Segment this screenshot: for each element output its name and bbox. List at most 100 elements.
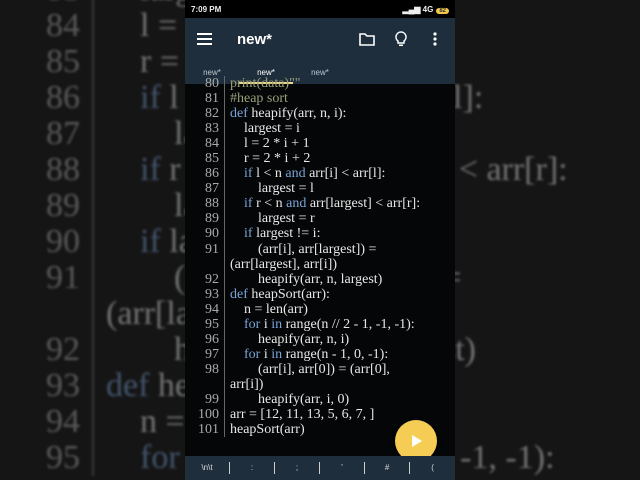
line-text: #heap sort xyxy=(225,91,288,106)
line-number: 86 xyxy=(185,166,225,182)
line-number: 100 xyxy=(185,407,225,423)
line-number: 83 xyxy=(185,121,225,137)
code-token: range(n // 2 - 1, -1, -1): xyxy=(285,316,415,332)
line-number: 84 xyxy=(185,136,225,152)
code-line: 83 largest = i xyxy=(185,121,455,137)
code-token: arr[i] < arr[l]: xyxy=(309,166,386,182)
keyword-token: if xyxy=(140,224,161,260)
line-number: 93 xyxy=(0,368,94,404)
code-token: heapify(arr, n, largest) xyxy=(230,271,383,287)
code-token: largest != i: xyxy=(256,226,321,242)
line-number: 92 xyxy=(0,332,94,368)
signal-icon: ▂▄▆ xyxy=(402,4,423,14)
line-number: 88 xyxy=(185,196,225,212)
line-text: if r < n and arr[largest] < arr[r]: xyxy=(225,196,420,211)
line-number: 83 xyxy=(0,0,94,8)
line-number: 101 xyxy=(185,422,225,438)
line-text: heapify(arr, n, largest) xyxy=(225,272,382,287)
key-semicolon[interactable]: ; xyxy=(275,462,321,474)
code-token: heapify(arr, n, i) xyxy=(230,331,350,347)
line-text: heapify(arr, n, i) xyxy=(225,332,349,347)
keyword-token: and xyxy=(285,166,306,182)
line-text: l = 2 * i + 1 xyxy=(225,136,310,151)
code-token: largest = i xyxy=(230,121,300,137)
battery-icon: 82 xyxy=(436,7,449,14)
code-token: (arr[i], arr[largest]) = xyxy=(230,241,377,257)
line-text: def heapify(arr, n, i): xyxy=(225,106,346,121)
code-line: 87 largest = l xyxy=(185,181,455,197)
code-token: arr[i]) xyxy=(230,376,264,392)
symbol-keys-bar: \n\t : ; ' # ( xyxy=(185,456,455,480)
line-text: largest = r xyxy=(225,211,315,226)
menu-icon[interactable] xyxy=(197,31,213,47)
code-line: 95 for i in range(n // 2 - 1, -1, -1): xyxy=(185,316,455,332)
code-line: 96 heapify(arr, n, i) xyxy=(185,331,455,347)
code-token: range(n - 1, 0, -1): xyxy=(285,346,389,362)
code-line: 84 l = 2 * i + 1 xyxy=(185,136,455,152)
code-token: l < n xyxy=(256,166,286,182)
line-number: 92 xyxy=(185,271,225,287)
code-token: arr[largest] < arr[r]: xyxy=(309,196,421,212)
line-text: heapSort(arr) xyxy=(225,422,305,437)
key-colon[interactable]: : xyxy=(230,462,276,474)
code-token: l = 2 * i + 1 xyxy=(230,136,310,152)
line-number: 87 xyxy=(0,116,94,152)
line-number: 84 xyxy=(0,8,94,44)
lightbulb-icon[interactable] xyxy=(393,31,409,47)
code-line: 94 n = len(arr) xyxy=(185,301,455,317)
line-text: largest = i xyxy=(225,121,300,136)
line-text: if l < n and arr[i] < arr[l]: xyxy=(225,166,385,181)
line-text: largest = l xyxy=(225,181,314,196)
keyword-token: def xyxy=(230,106,248,122)
code-line: 99 heapify(arr, i, 0) xyxy=(185,391,455,408)
keyword-token: if xyxy=(244,196,253,212)
key-quote[interactable]: ' xyxy=(320,462,366,474)
code-line: 86 if l < n and arr[i] < arr[l]: xyxy=(185,166,455,182)
status-bar: 7:09 PM ▂▄▆ 4G 82 xyxy=(185,0,455,18)
line-text: arr = [12, 11, 13, 5, 6, 7, ] xyxy=(225,407,374,422)
code-token: heapSort(arr) xyxy=(230,422,305,438)
line-number: 95 xyxy=(0,440,94,476)
app-toolbar: new* xyxy=(185,18,455,60)
keyword-token: def xyxy=(230,286,248,302)
line-number: 81 xyxy=(185,91,225,107)
key-hash[interactable]: # xyxy=(365,462,411,474)
line-number: 93 xyxy=(185,286,225,302)
line-number: 86 xyxy=(0,80,94,116)
code-editor[interactable]: 80 print(data)"" 81 #heap sort 82 def heapify… xyxy=(185,76,455,438)
key-paren[interactable]: ( xyxy=(410,462,455,474)
code-line: 80 print(data)"" xyxy=(185,76,455,92)
folder-icon[interactable] xyxy=(359,31,375,47)
keyword-token: def xyxy=(106,368,150,404)
code-token: heapify(arr, i, 0) xyxy=(230,391,350,407)
line-number: 89 xyxy=(0,188,94,224)
line-number: 88 xyxy=(0,152,94,188)
keyword-token: and xyxy=(286,196,307,212)
keyword-token: in xyxy=(271,316,283,332)
line-number: 90 xyxy=(185,226,225,242)
line-number: 95 xyxy=(185,316,225,332)
status-indicators: ▂▄▆ 4G 82 xyxy=(402,5,449,14)
comment-token: #heap sort xyxy=(230,91,288,107)
key-newline-tab[interactable]: \n\t xyxy=(185,462,231,474)
line-number: 96 xyxy=(185,331,225,347)
line-number: 97 xyxy=(185,346,225,362)
code-token: largest = l xyxy=(230,181,314,197)
code-line: 98 (arr[i], arr[0]) = (arr[0], xyxy=(185,361,455,377)
line-text: n = len(arr) xyxy=(225,302,308,317)
phone-screen: 7:09 PM ▂▄▆ 4G 82 new* new* new* new* 80 p… xyxy=(185,0,455,480)
line-number xyxy=(185,256,225,272)
more-vert-icon[interactable] xyxy=(427,31,443,47)
line-number: 82 xyxy=(185,106,225,122)
code-line: 85 r = 2 * i + 2 xyxy=(185,151,455,167)
keyword-token: if xyxy=(140,80,161,116)
comment-token: print(data)"" xyxy=(230,76,301,91)
code-line: 93def heapSort(arr): xyxy=(185,286,455,302)
